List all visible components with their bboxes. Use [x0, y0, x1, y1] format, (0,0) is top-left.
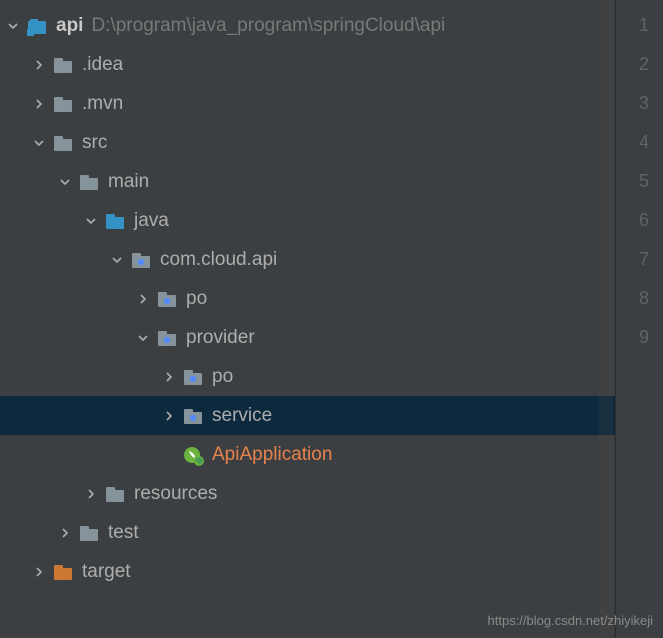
tree-row[interactable]: provider [0, 318, 615, 357]
folder-gray-icon [52, 132, 74, 154]
resources-icon [104, 483, 126, 505]
chevron-right-icon[interactable] [30, 56, 48, 74]
module-icon [26, 15, 48, 37]
spring-icon [182, 444, 204, 466]
tree-row-root[interactable]: api D:\program\java_program\springCloud\… [0, 6, 615, 45]
chevron-down-icon[interactable] [56, 173, 74, 191]
chevron-down-icon[interactable] [108, 251, 126, 269]
folder-gray-icon [52, 54, 74, 76]
tree-row[interactable]: po [0, 279, 615, 318]
tree-item-label: com.cloud.api [160, 249, 277, 271]
folder-orange-icon [52, 561, 74, 583]
line-number: 2 [616, 45, 663, 84]
line-number: 7 [616, 240, 663, 279]
tree-row[interactable]: target [0, 552, 615, 591]
root-path: D:\program\java_program\springCloud\api [91, 15, 445, 37]
tree-item-label: provider [186, 327, 255, 349]
tree-row[interactable]: po [0, 357, 615, 396]
tree-item-label: po [186, 288, 207, 310]
chevron-right-icon[interactable] [82, 485, 100, 503]
chevron-down-icon[interactable] [82, 212, 100, 230]
editor-gutter: 123456789 [615, 0, 663, 638]
tree-item-label: main [108, 171, 149, 193]
tree-item-label: java [134, 210, 169, 232]
tree-item-label: ApiApplication [212, 444, 332, 466]
folder-blue-icon [104, 210, 126, 232]
tree-row[interactable]: service [0, 396, 615, 435]
folder-pkg-icon [182, 405, 204, 427]
line-number: 3 [616, 84, 663, 123]
line-number: 9 [616, 318, 663, 357]
tree-item-label: service [212, 405, 272, 427]
folder-pkg-icon [156, 327, 178, 349]
tree-row[interactable]: java [0, 201, 615, 240]
folder-pkg-icon [130, 249, 152, 271]
folder-gray-icon [78, 171, 100, 193]
tree-row[interactable]: .mvn [0, 84, 615, 123]
chevron-down-icon [4, 17, 22, 35]
line-number: 6 [616, 201, 663, 240]
tree-row[interactable]: com.cloud.api [0, 240, 615, 279]
tree-row[interactable]: ApiApplication [0, 435, 615, 474]
tree-row[interactable]: src [0, 123, 615, 162]
tree-item-label: test [108, 522, 139, 544]
line-number: 1 [616, 6, 663, 45]
chevron-down-icon[interactable] [134, 329, 152, 347]
folder-gray-icon [52, 93, 74, 115]
tree-row[interactable]: resources [0, 474, 615, 513]
tree-item-label: .mvn [82, 93, 123, 115]
chevron-right-icon[interactable] [30, 563, 48, 581]
chevron-right-icon[interactable] [30, 95, 48, 113]
chevron-right-icon[interactable] [160, 407, 178, 425]
root-name: api [56, 15, 83, 37]
chevron-right-icon[interactable] [56, 524, 74, 542]
tree-item-label: src [82, 132, 107, 154]
watermark-text: https://blog.csdn.net/zhiyikeji [488, 613, 653, 628]
tree-item-label: resources [134, 483, 217, 505]
tree-row[interactable]: .idea [0, 45, 615, 84]
chevron-down-icon[interactable] [30, 134, 48, 152]
tree-item-label: target [82, 561, 131, 583]
tree-row[interactable]: test [0, 513, 615, 552]
line-number: 8 [616, 279, 663, 318]
chevron-right-icon[interactable] [160, 368, 178, 386]
folder-gray-icon [78, 522, 100, 544]
folder-pkg-icon [182, 366, 204, 388]
line-number: 4 [616, 123, 663, 162]
tree-item-label: .idea [82, 54, 123, 76]
project-tree[interactable]: api D:\program\java_program\springCloud\… [0, 0, 615, 638]
folder-pkg-icon [156, 288, 178, 310]
tree-row[interactable]: main [0, 162, 615, 201]
chevron-right-icon[interactable] [134, 290, 152, 308]
vertical-scrollbar[interactable] [599, 0, 613, 638]
line-number: 5 [616, 162, 663, 201]
tree-item-label: po [212, 366, 233, 388]
